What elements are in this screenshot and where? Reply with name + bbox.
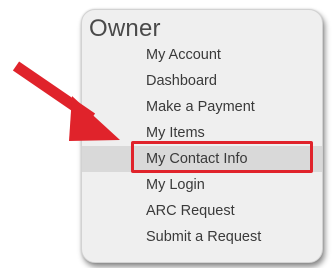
screenshot-stage: n e Owner My Account Dashboard Make a Pa… — [0, 0, 334, 268]
annotation-arrow-icon — [12, 61, 120, 141]
